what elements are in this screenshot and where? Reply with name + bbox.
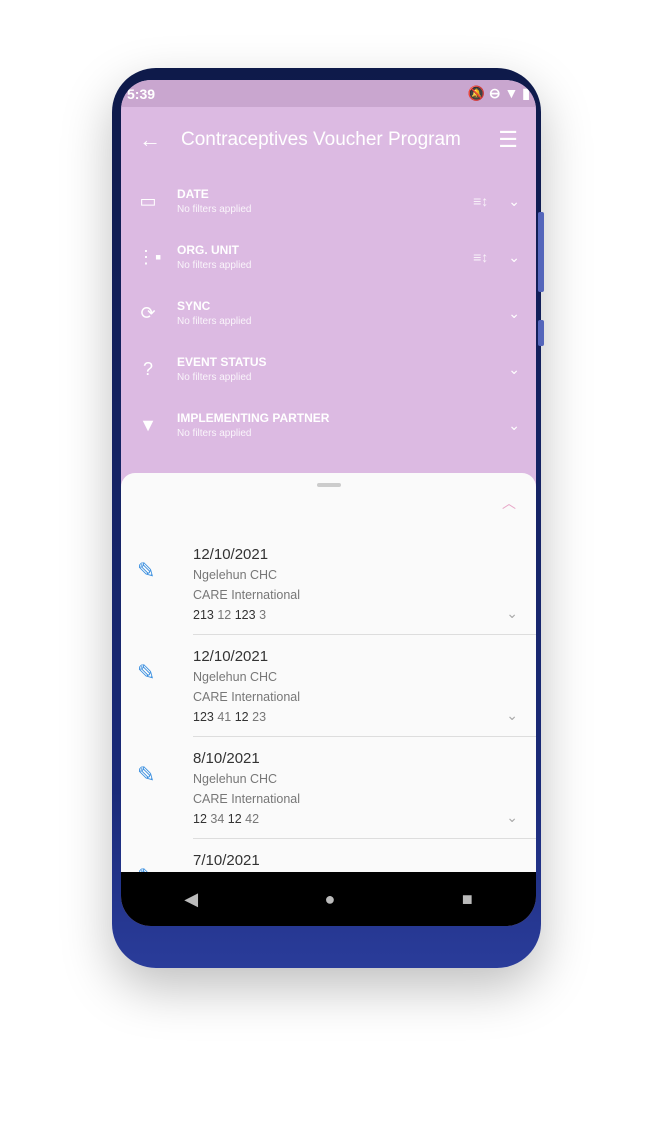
filter-sub: No filters applied (177, 372, 252, 383)
chevron-down-icon[interactable]: ⌄ (508, 249, 520, 266)
chevron-down-icon[interactable]: ⌄ (508, 305, 520, 322)
event-item[interactable]: ✎ 8/10/2021 Ngelehun CHC CARE Internationa… (121, 737, 536, 839)
value: 123 (193, 710, 214, 724)
filter-label: DATE (177, 187, 209, 201)
filter-sub: No filters applied (177, 204, 252, 215)
filter-sub: No filters applied (177, 316, 252, 327)
event-org: Ngelehun CHC (193, 772, 278, 786)
value: 213 (193, 608, 214, 622)
event-partner: CARE International (193, 792, 301, 806)
status-time: 5:39 (127, 85, 156, 102)
edit-icon[interactable]: ✎ (137, 762, 155, 788)
filter-label: IMPLEMENTING PARTNER (177, 411, 330, 425)
event-partner: CARE International (193, 588, 301, 602)
filter-label: ORG. UNIT (177, 243, 239, 257)
event-values: 213 12 123 3 (193, 605, 300, 625)
status-icons: 🔕 ⊖ ▼ ▮ (467, 85, 530, 101)
event-partner: CARE International (193, 690, 301, 704)
value: 12 (217, 608, 232, 622)
value: 41 (217, 710, 232, 724)
sort-icon[interactable]: ≡↕ (473, 193, 488, 209)
event-date: 8/10/2021 (193, 750, 260, 767)
filter-label: SYNC (177, 299, 211, 313)
event-org: Ngelehun CHC (193, 670, 278, 684)
chevron-down-icon[interactable]: ⌄ (506, 605, 518, 622)
chevron-down-icon[interactable]: ⌄ (506, 707, 518, 724)
value: 42 (245, 812, 260, 826)
home-nav-icon[interactable]: ● (325, 889, 336, 910)
value: 12 (234, 710, 249, 724)
chevron-down-icon[interactable]: ⌄ (508, 361, 520, 378)
filter-sub: No filters applied (177, 428, 252, 439)
sort-icon[interactable]: ≡↕ (473, 249, 488, 265)
edit-icon[interactable]: ✎ (137, 660, 155, 686)
filter-event-status[interactable]: ? EVENT STATUS No filters applied ⌄ (121, 341, 536, 397)
back-arrow-icon[interactable]: ← (139, 127, 161, 153)
events-sheet: ︿ ✎ 12/10/2021 Ngelehun CHC CARE Internati… (121, 473, 536, 889)
event-org: Ngelehun CHC (193, 568, 278, 582)
volume-button (538, 212, 544, 292)
back-nav-icon[interactable]: ◀ (184, 889, 198, 910)
filter-org-unit[interactable]: ⋮▪ ORG. UNIT No filters applied ≡↕ ⌄ (121, 229, 536, 285)
event-values: 123 41 12 23 (193, 707, 300, 727)
filter-implementing-partner[interactable]: ▼ IMPLEMENTING PARTNER No filters applied… (121, 397, 536, 453)
funnel-icon: ▼ (139, 414, 157, 435)
calendar-icon: ▭ (139, 190, 157, 211)
filter-label: EVENT STATUS (177, 355, 267, 369)
screen: 5:39 🔕 ⊖ ▼ ▮ ← Contraceptives Voucher Pr… (121, 80, 536, 926)
power-button (538, 320, 544, 346)
recents-nav-icon[interactable]: ■ (462, 889, 473, 910)
value: 123 (234, 608, 256, 622)
drag-handle[interactable] (317, 483, 341, 487)
event-date: 12/10/2021 (193, 546, 269, 563)
org-tree-icon: ⋮▪ (137, 246, 162, 267)
chevron-up-icon[interactable]: ︿ (502, 493, 516, 513)
value: 12 (193, 812, 207, 826)
calendar-question-icon: ? (142, 358, 153, 379)
chevron-down-icon[interactable]: ⌄ (506, 809, 518, 826)
sync-icon: ⟳ (140, 302, 156, 323)
filter-sync[interactable]: ⟳ SYNC No filters applied ⌄ (121, 285, 536, 341)
value: 12 (227, 812, 242, 826)
event-item[interactable]: ✎ 12/10/2021 Ngelehun CHC CARE Internation… (121, 533, 536, 635)
filter-settings-icon[interactable]: ☰ (498, 127, 518, 153)
value: 23 (252, 710, 267, 724)
edit-icon[interactable]: ✎ (137, 558, 155, 584)
app-bar: ← Contraceptives Voucher Program ☰ (121, 107, 536, 173)
event-values: 12 34 12 42 (193, 809, 300, 829)
android-nav-bar: ◀ ● ■ (121, 872, 536, 926)
page-title: Contraceptives Voucher Program (181, 129, 461, 150)
filter-sub: No filters applied (177, 260, 252, 271)
event-item[interactable]: ✎ 12/10/2021 Ngelehun CHC CARE Internation… (121, 635, 536, 737)
filter-date[interactable]: ▭ DATE No filters applied ≡↕ ⌄ (121, 173, 536, 229)
chevron-down-icon[interactable]: ⌄ (508, 417, 520, 434)
event-date: 7/10/2021 (193, 852, 260, 869)
value: 34 (210, 812, 225, 826)
status-bar: 5:39 🔕 ⊖ ▼ ▮ (121, 80, 536, 107)
value: 3 (259, 608, 267, 622)
event-date: 12/10/2021 (193, 648, 269, 665)
chevron-down-icon[interactable]: ⌄ (508, 193, 520, 210)
